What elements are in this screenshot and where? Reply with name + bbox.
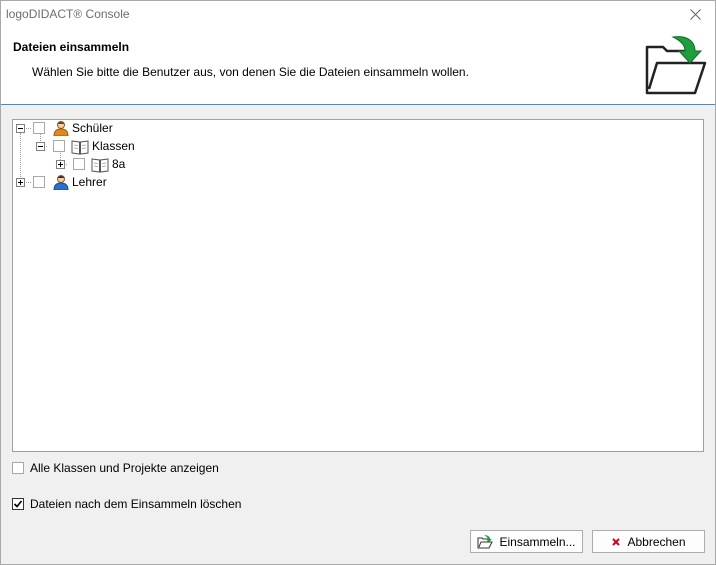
delete-after-label: Dateien nach dem Einsammeln löschen — [30, 497, 242, 511]
collect-button[interactable]: Einsammeln... — [470, 530, 583, 553]
tree-connector — [26, 128, 31, 129]
teacher-icon — [53, 175, 69, 190]
close-button[interactable] — [675, 1, 715, 27]
header-divider — [1, 104, 715, 105]
tree-checkbox[interactable] — [73, 158, 85, 170]
page-subtitle: Wählen Sie bitte die Benutzer aus, von d… — [32, 65, 469, 79]
header-panel: Dateien einsammeln Wählen Sie bitte die … — [1, 27, 715, 104]
close-icon — [689, 8, 701, 20]
cancel-x-icon — [612, 537, 621, 546]
checkmark-icon — [13, 500, 23, 508]
expand-toggle[interactable] — [16, 178, 25, 187]
tree-node-label: Lehrer — [72, 175, 107, 189]
book-icon — [71, 140, 89, 155]
cancel-button[interactable]: Abbrechen — [592, 530, 705, 553]
show-all-label: Alle Klassen und Projekte anzeigen — [30, 461, 219, 475]
tree-checkbox[interactable] — [53, 140, 65, 152]
collapse-toggle[interactable] — [36, 142, 45, 151]
show-all-option[interactable]: Alle Klassen und Projekte anzeigen — [12, 461, 219, 475]
delete-after-checkbox[interactable] — [12, 498, 24, 510]
tree-connector — [26, 182, 31, 183]
collapse-toggle[interactable] — [16, 124, 25, 133]
collect-icon — [477, 534, 494, 548]
cancel-button-label: Abbrechen — [627, 534, 686, 549]
tree-connector — [20, 133, 21, 181]
tree-checkbox[interactable] — [33, 176, 45, 188]
expand-toggle[interactable] — [56, 160, 65, 169]
tree-node-label: Klassen — [92, 139, 135, 153]
title-bar: logoDIDACT® Console — [1, 1, 715, 27]
tree-checkbox[interactable] — [33, 122, 45, 134]
page-title: Dateien einsammeln — [13, 40, 130, 54]
book-icon — [91, 158, 109, 173]
student-icon — [53, 121, 69, 136]
window-title: logoDIDACT® Console — [6, 7, 130, 21]
tree-node-label: 8a — [112, 157, 126, 171]
show-all-checkbox[interactable] — [12, 462, 24, 474]
delete-after-option[interactable]: Dateien nach dem Einsammeln löschen — [12, 497, 241, 511]
dialog-window: logoDIDACT® Console Dateien einsammeln W… — [0, 0, 716, 565]
collect-button-label: Einsammeln... — [499, 534, 576, 549]
user-tree[interactable]: Schüler Klassen 8a Lehrer — [12, 119, 704, 452]
tree-node-label: Schüler — [72, 121, 113, 135]
folder-collect-icon — [645, 36, 707, 95]
